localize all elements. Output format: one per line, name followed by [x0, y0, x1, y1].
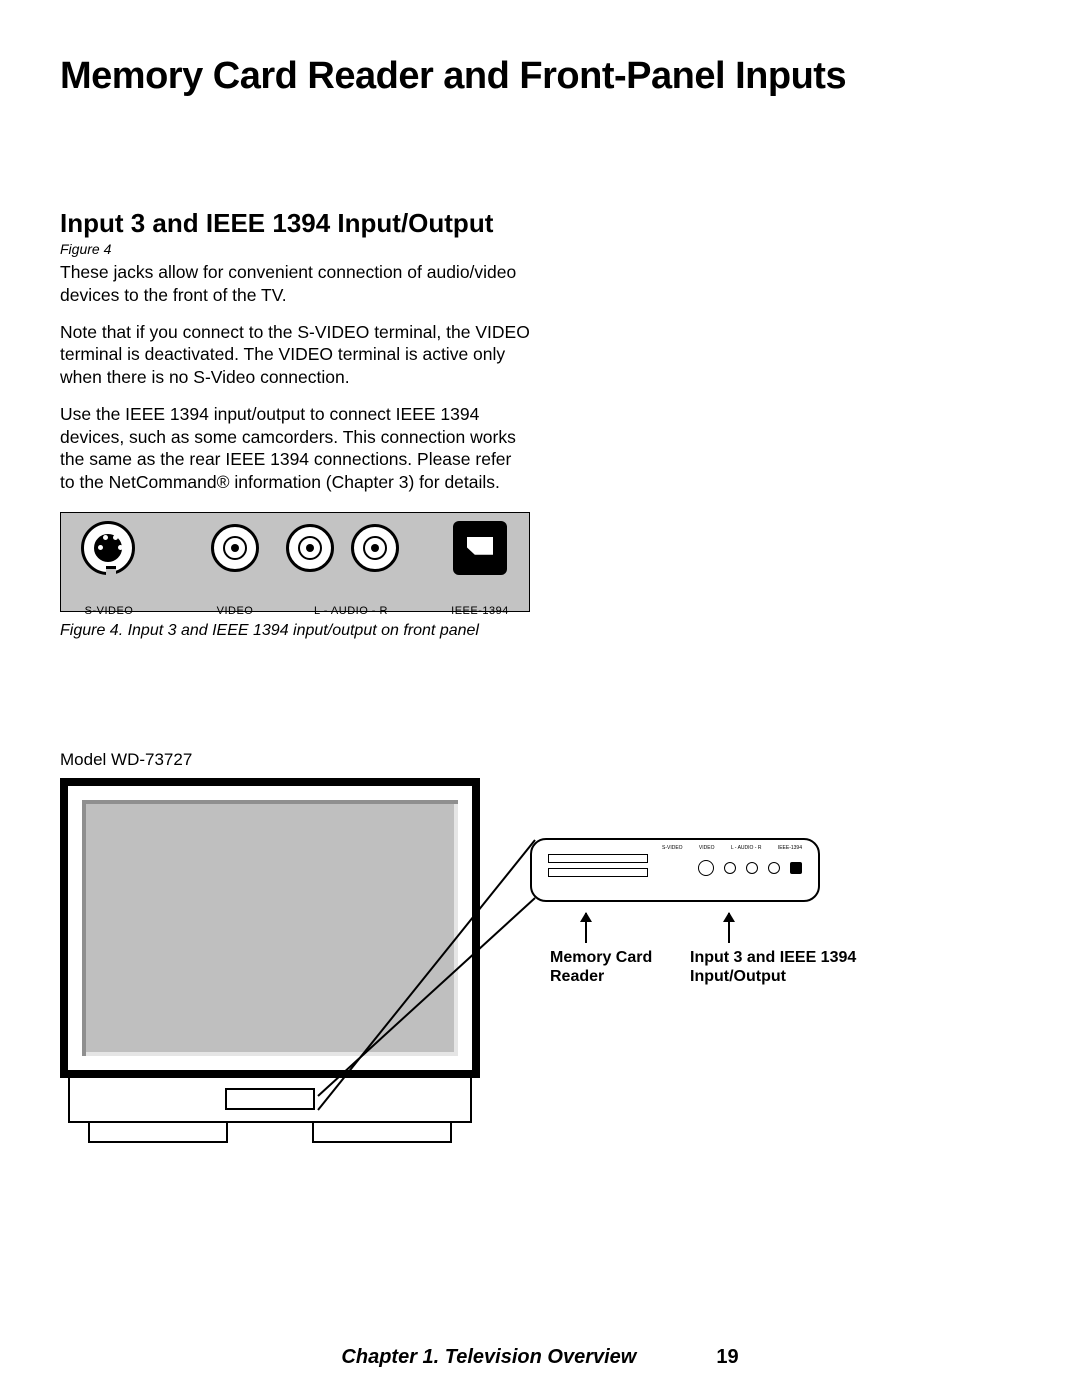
section-body: These jacks allow for convenient connect… — [60, 261, 530, 494]
jack-label-video: VIDEO — [217, 605, 254, 617]
section-heading: Input 3 and IEEE 1394 Input/Output — [60, 208, 530, 239]
callout-label-input3: Input 3 and IEEE 1394 Input/Output — [690, 948, 890, 986]
tv-model-label: Model WD-73727 — [60, 750, 530, 770]
arrow-icon — [585, 913, 587, 943]
manual-page: Memory Card Reader and Front-Panel Input… — [0, 0, 1080, 1397]
front-panel-diagram: S-VIDEO VIDEO L - AUDIO - R IEEE-1394 — [60, 512, 530, 612]
audio-right-jack-icon — [351, 524, 399, 572]
mini-rca-icon — [746, 862, 758, 874]
tv-illustration — [60, 778, 480, 1158]
mini-jack-label: L - AUDIO - R — [731, 845, 762, 851]
video-jack-icon — [211, 524, 259, 572]
ieee1394-port-icon — [453, 521, 507, 575]
paragraph: Use the IEEE 1394 input/output to connec… — [60, 403, 530, 494]
mini-rca-icon — [768, 862, 780, 874]
card-slot-icon — [548, 854, 648, 863]
figure-caption: Figure 4. Input 3 and IEEE 1394 input/ou… — [60, 622, 530, 640]
mini-ieee1394-icon — [790, 862, 802, 874]
page-footer: Chapter 1. Television Overview 19 — [0, 1346, 1080, 1369]
mini-svideo-icon — [698, 860, 714, 876]
left-column: Input 3 and IEEE 1394 Input/Output Figur… — [60, 208, 530, 1178]
svideo-jack-icon — [81, 521, 135, 575]
footer-page-number: 19 — [716, 1346, 738, 1369]
tv-callout-diagram: S-VIDEO VIDEO L - AUDIO - R IEEE-1394 Me… — [60, 778, 1020, 1178]
mini-jack-label: S-VIDEO — [662, 845, 683, 851]
mini-jack-label: VIDEO — [699, 845, 715, 851]
footer-chapter: Chapter 1. Television Overview — [341, 1346, 636, 1369]
paragraph: Note that if you connect to the S-VIDEO … — [60, 321, 530, 389]
jack-label-svideo: S-VIDEO — [85, 605, 134, 617]
audio-left-jack-icon — [286, 524, 334, 572]
paragraph: These jacks allow for convenient connect… — [60, 261, 530, 307]
front-panel-callout: S-VIDEO VIDEO L - AUDIO - R IEEE-1394 — [530, 838, 820, 902]
mini-jack-label: IEEE-1394 — [778, 845, 802, 851]
page-title: Memory Card Reader and Front-Panel Input… — [60, 55, 1020, 98]
card-slot-icon — [548, 868, 648, 877]
figure-reference: Figure 4 — [60, 241, 530, 257]
jack-label-audio: L - AUDIO - R — [314, 605, 388, 617]
jack-label-ieee: IEEE-1394 — [451, 605, 509, 617]
front-panel-slot-icon — [225, 1088, 315, 1110]
callout-label-memory-card: Memory Card Reader — [550, 948, 680, 986]
mini-rca-icon — [724, 862, 736, 874]
arrow-icon — [728, 913, 730, 943]
